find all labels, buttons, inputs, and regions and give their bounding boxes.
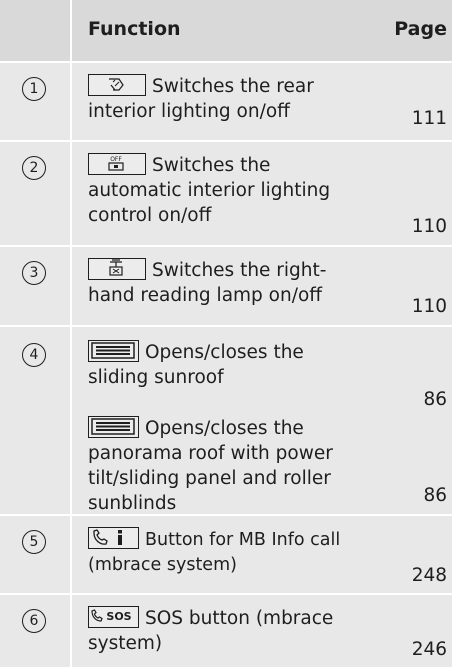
table-row: 6 SOS SOS button (mbrace system) 246 xyxy=(0,595,452,667)
function-text: Opens/closes the sliding sunroof xyxy=(88,340,368,390)
rear-interior-light-icon xyxy=(88,74,146,96)
page-number: 86 xyxy=(423,485,447,506)
table-row: 5 Button for MB Info call (mbrace system… xyxy=(0,516,452,595)
function-text: Switches the rear interior lighting on/o… xyxy=(88,74,368,124)
page-number: 86 xyxy=(423,389,447,410)
function-text: SOS SOS button (mbrace system) xyxy=(88,606,368,656)
row-number: 1 xyxy=(22,77,46,101)
page-number: 246 xyxy=(411,639,447,660)
page-column-header: Page xyxy=(394,18,447,40)
function-text: OFF Switches the automatic interior ligh… xyxy=(88,153,368,228)
table-row: 3 Switches the right-hand reading lamp o… xyxy=(0,247,452,327)
row-number: 3 xyxy=(22,261,46,285)
function-text: Opens/closes the panorama roof with powe… xyxy=(88,416,368,516)
svg-text:SOS: SOS xyxy=(106,610,131,623)
page-number: 110 xyxy=(411,216,447,237)
table-row: 2 OFF Switches the automatic interior li… xyxy=(0,142,452,247)
table-header: Function Page xyxy=(0,0,452,63)
page-number: 110 xyxy=(411,296,447,317)
row-number: 4 xyxy=(22,343,46,367)
function-column-header: Function xyxy=(88,18,181,40)
svg-text:OFF: OFF xyxy=(110,156,122,163)
row-number: 6 xyxy=(22,609,46,633)
page-number: 111 xyxy=(411,108,447,129)
reading-lamp-icon xyxy=(88,258,146,280)
info-call-icon xyxy=(88,527,139,549)
number-column-header xyxy=(0,0,72,61)
function-table: Function Page 1 Switches the rear interi… xyxy=(0,0,452,667)
auto-interior-light-off-icon: OFF xyxy=(88,153,146,175)
sos-icon: SOS xyxy=(88,606,139,628)
sunroof-icon xyxy=(88,340,139,362)
row-number: 2 xyxy=(22,156,46,180)
function-text: Switches the right-hand reading lamp on/… xyxy=(88,258,368,308)
sunroof-icon xyxy=(88,416,139,438)
table-row: 1 Switches the rear interior lighting on… xyxy=(0,63,452,142)
row-number: 5 xyxy=(22,530,46,554)
table-row: 4 Opens/closes the sliding sunroof 86 Op… xyxy=(0,327,452,516)
page-number: 248 xyxy=(411,565,447,586)
function-text: Button for MB Info call (mbrace system) xyxy=(88,527,378,578)
